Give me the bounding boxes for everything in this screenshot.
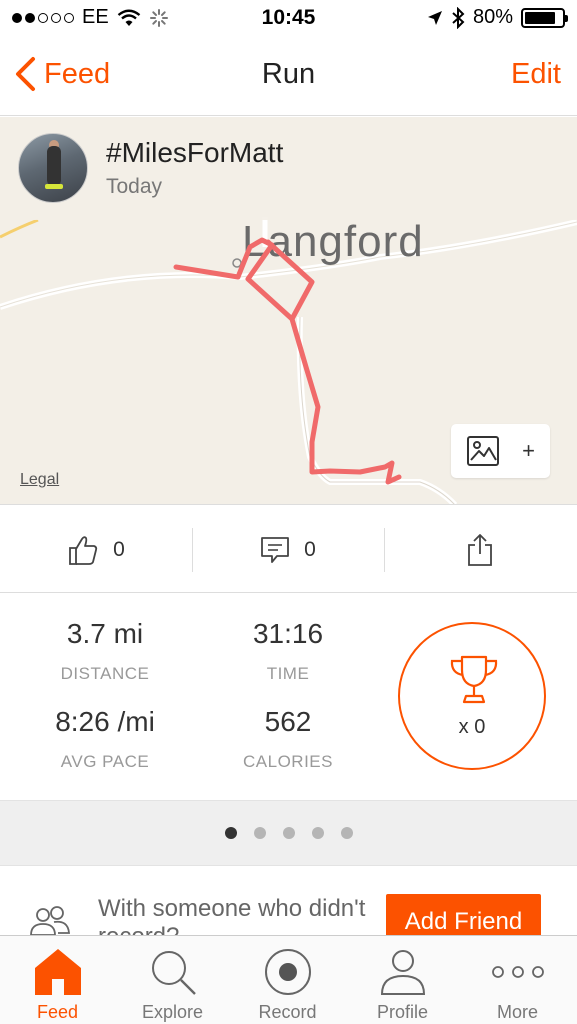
navigation-bar: Feed Run Edit <box>0 38 577 116</box>
tab-bar: Feed Explore Record Profile More <box>0 935 577 1024</box>
trophy-icon <box>450 655 498 704</box>
tab-record[interactable]: Record <box>230 936 345 1024</box>
action-row: 0 0 <box>0 506 577 593</box>
tab-feed[interactable]: Feed <box>0 936 115 1024</box>
calories-value: 562 <box>264 706 312 737</box>
comment-button[interactable]: 0 <box>192 506 384 593</box>
home-icon <box>0 944 115 1000</box>
search-icon <box>115 944 230 1000</box>
kudos-button[interactable]: 0 <box>0 506 192 593</box>
tab-more[interactable]: More <box>460 936 575 1024</box>
page-dot[interactable] <box>224 827 237 839</box>
page-indicator[interactable] <box>0 800 577 866</box>
tab-label: Feed <box>36 1002 79 1022</box>
achievements-badge[interactable]: x 0 <box>398 622 546 770</box>
comment-count: 0 <box>304 537 316 561</box>
comment-icon <box>261 536 290 563</box>
stat-pace: 8:26 /mi AVG PACE <box>10 706 200 772</box>
activity-header[interactable]: #MilesForMatt Today <box>0 117 577 220</box>
time-value: 31:16 <box>252 618 324 649</box>
kudos-count: 0 <box>113 537 125 561</box>
image-icon <box>467 436 500 466</box>
add-friend-row: With someone who didn't record? Add Frie… <box>0 867 577 935</box>
stat-distance: 3.7 mi DISTANCE <box>10 618 200 684</box>
tab-label: Explore <box>141 1002 204 1022</box>
distance-label: DISTANCE <box>60 664 150 683</box>
stat-calories: 562 CALORIES <box>193 706 383 772</box>
tab-label: Profile <box>376 1002 429 1022</box>
battery-percent: 80% <box>472 6 513 28</box>
tab-label: More <box>496 1002 538 1022</box>
add-friend-prompt: With someone who didn't record? <box>98 895 366 935</box>
page-title: Run <box>261 58 316 90</box>
bluetooth-icon <box>452 6 465 29</box>
time-label: TIME <box>266 664 310 683</box>
map-legal-link[interactable]: Legal <box>20 471 59 489</box>
achievement-count: x 0 <box>458 716 486 738</box>
share-icon <box>468 533 492 566</box>
tab-explore[interactable]: Explore <box>115 936 230 1024</box>
more-icon <box>460 944 575 1000</box>
page-dot[interactable] <box>253 827 266 839</box>
page-dot[interactable] <box>311 827 324 839</box>
pace-value: 8:26 /mi <box>55 706 155 737</box>
edit-button[interactable]: Edit <box>511 58 561 91</box>
activity-date: Today <box>106 175 163 198</box>
activity-title: #MilesForMatt <box>106 137 284 168</box>
activity-stats: 3.7 mi DISTANCE 31:16 TIME 8:26 /mi AVG … <box>0 594 577 800</box>
status-right: 80% <box>427 6 568 29</box>
thumbs-up-icon <box>69 535 98 565</box>
tab-label: Record <box>258 1002 317 1022</box>
record-icon <box>230 944 345 1000</box>
calories-label: CALORIES <box>243 752 333 771</box>
share-button[interactable] <box>384 506 576 593</box>
people-icon <box>30 906 70 935</box>
add-photo-button[interactable]: + <box>451 424 550 478</box>
distance-value: 3.7 mi <box>66 618 144 649</box>
page-dot[interactable] <box>340 827 353 839</box>
add-photo-plus: + <box>522 438 535 463</box>
avatar[interactable] <box>18 133 88 203</box>
add-friend-button[interactable]: Add Friend <box>386 894 541 935</box>
tab-profile[interactable]: Profile <box>345 936 460 1024</box>
location-arrow-icon <box>427 10 442 25</box>
pace-label: AVG PACE <box>60 752 150 771</box>
profile-icon <box>345 944 460 1000</box>
battery-icon <box>521 7 568 28</box>
route-map[interactable]: Langford #MilesForMatt Today Legal + <box>0 117 577 505</box>
status-bar: EE 10:45 80% <box>0 0 577 38</box>
page-dot[interactable] <box>282 827 295 839</box>
stat-time: 31:16 TIME <box>193 618 383 684</box>
